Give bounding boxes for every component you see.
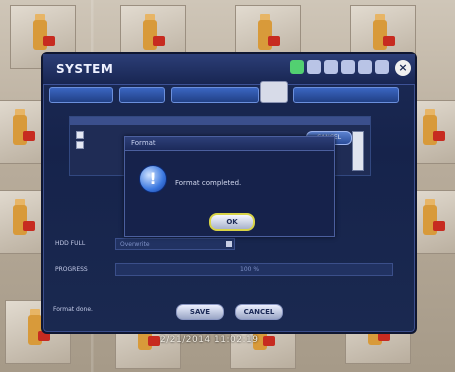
close-button[interactable]: × (395, 60, 411, 76)
progress-label: PROGRESS (55, 266, 88, 273)
window-title: SYSTEM (56, 62, 114, 76)
dialog-message: Format completed. (175, 179, 242, 187)
network-icon[interactable] (290, 60, 304, 74)
toolbar-icons (290, 60, 389, 74)
hdd-full-label: HDD FULL (55, 240, 86, 247)
tab-3[interactable] (171, 87, 259, 103)
chevron-down-icon (226, 241, 232, 247)
device-icon[interactable] (307, 60, 321, 74)
datetime-display: 2/21/2014 11:02:19 (160, 335, 259, 345)
tab-2[interactable] (119, 87, 165, 103)
tab-1[interactable] (49, 87, 113, 103)
status-text: Format done. (53, 306, 93, 313)
dialog-title: Format (131, 139, 156, 147)
hdd-full-select[interactable]: Overwrite (115, 238, 235, 250)
dialog-title-bar: Format (125, 137, 334, 151)
list-scrollbar[interactable] (352, 131, 364, 171)
hdd-checkbox[interactable] (76, 131, 84, 139)
system-icon[interactable] (375, 60, 389, 74)
progress-value: 100 % (240, 266, 260, 273)
title-bar: SYSTEM × (43, 54, 415, 85)
ok-button[interactable]: OK (209, 213, 255, 231)
tab-hdd-icon[interactable] (260, 81, 288, 103)
info-icon: ! (139, 165, 167, 193)
tab-strip (49, 81, 409, 105)
record-icon[interactable] (324, 60, 338, 74)
save-button[interactable]: SAVE (176, 304, 224, 320)
dialog-body: ! Format completed. OK (125, 151, 334, 236)
list-header (70, 117, 370, 125)
event-icon[interactable] (341, 60, 355, 74)
cancel-button[interactable]: CANCEL (235, 304, 283, 320)
backup-icon[interactable] (358, 60, 372, 74)
hdd-full-value: Overwrite (120, 241, 150, 248)
progress-bar: 100 % (115, 263, 393, 276)
format-dialog: Format ! Format completed. OK (124, 136, 335, 237)
hdd-checkbox[interactable] (76, 141, 84, 149)
tab-5[interactable] (293, 87, 399, 103)
